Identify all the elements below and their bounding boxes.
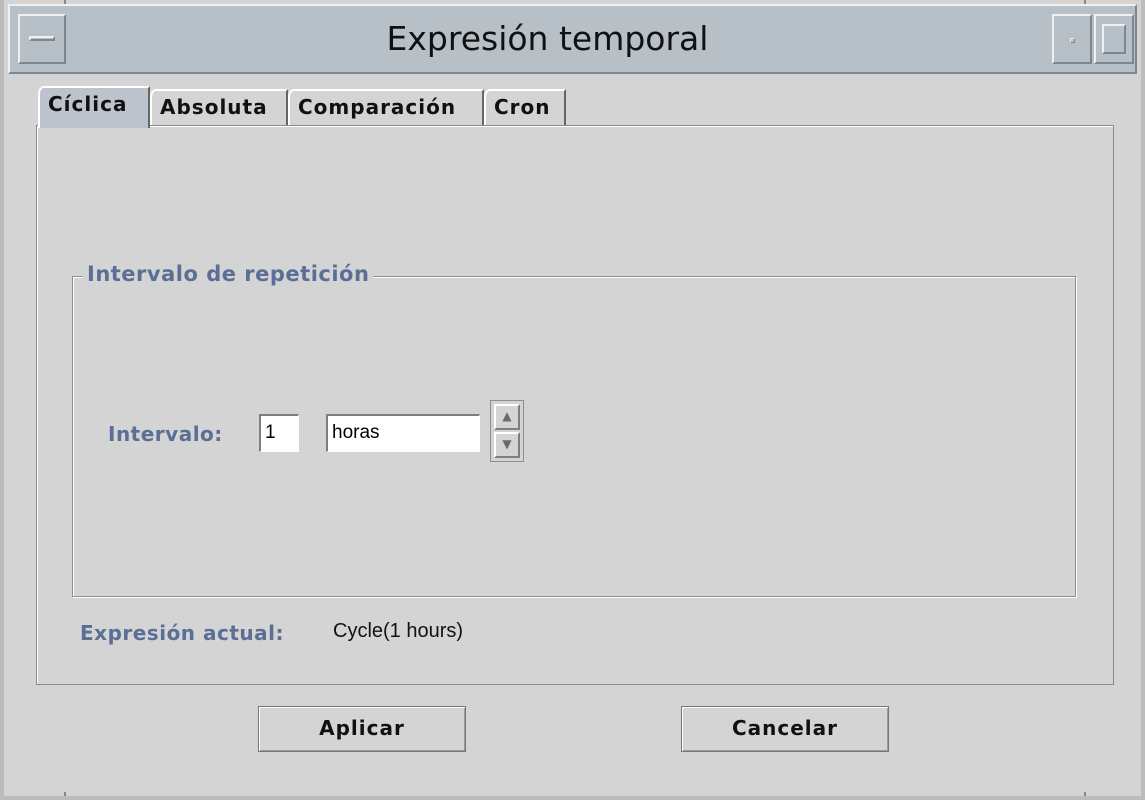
group-title: Intervalo de repetición — [83, 262, 374, 286]
minimize-button[interactable] — [1052, 14, 1092, 64]
title-bar[interactable]: Expresión temporal — [8, 4, 1137, 74]
arrow-down-icon: ▼ — [502, 437, 512, 451]
cancel-button[interactable]: Cancelar — [681, 706, 889, 752]
unit-spinner[interactable]: ▲ ▼ — [490, 400, 524, 462]
window-title: Expresión temporal — [386, 19, 709, 58]
interval-label: Intervalo: — [108, 422, 223, 446]
tab-ciclica[interactable]: Cíclica — [38, 86, 150, 128]
tab-absoluta[interactable]: Absoluta — [150, 89, 288, 126]
tab-cron[interactable]: Cron — [484, 89, 566, 126]
spin-up-button[interactable]: ▲ — [494, 404, 520, 430]
arrow-up-icon: ▲ — [502, 409, 512, 423]
maximize-icon — [1102, 24, 1126, 54]
current-expression-value: Cycle(1 hours) — [333, 620, 464, 642]
window-menu-icon — [29, 36, 55, 41]
apply-button[interactable]: Aplicar — [258, 706, 466, 752]
maximize-button[interactable] — [1094, 14, 1134, 64]
spin-down-button[interactable]: ▼ — [494, 432, 520, 458]
tab-comparacion[interactable]: Comparación — [288, 89, 484, 126]
minimize-icon — [1070, 38, 1075, 43]
interval-unit-field[interactable]: horas — [326, 414, 480, 452]
current-expression-label: Expresión actual: — [80, 621, 285, 645]
frame-tick — [1084, 792, 1086, 796]
window-menu-button[interactable] — [18, 14, 66, 64]
interval-value-field[interactable]: 1 — [259, 414, 299, 452]
frame-tick — [64, 792, 66, 796]
